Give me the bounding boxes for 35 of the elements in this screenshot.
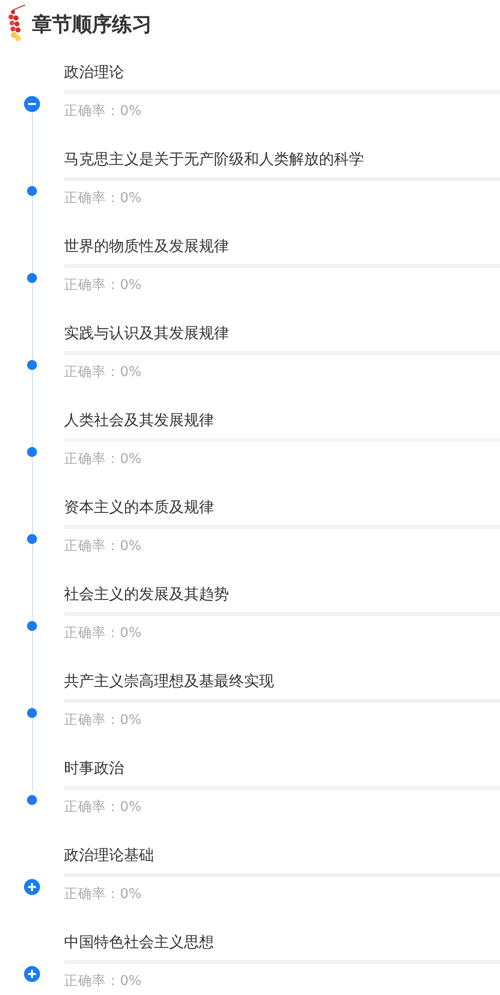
page-title: 章节顺序练习 (32, 10, 152, 38)
node-dot (27, 708, 37, 718)
expand-icon[interactable] (24, 879, 40, 895)
chapter-title[interactable]: 世界的物质性及发展规律 (64, 234, 500, 258)
accuracy-label: 正确率：0% (64, 972, 142, 990)
collapse-icon[interactable] (24, 96, 40, 112)
accuracy-label: 正确率：0% (64, 711, 142, 729)
firecracker-icon (8, 4, 26, 44)
accuracy-label: 正确率：0% (64, 624, 142, 642)
accuracy-label: 正确率：0% (64, 189, 142, 207)
chapter-title[interactable]: 政治理论基础 (64, 843, 500, 867)
node-dot (27, 621, 37, 631)
chapter-title[interactable]: 资本主义的本质及规律 (64, 495, 500, 519)
accuracy-label: 正确率：0% (64, 537, 142, 555)
accuracy-label: 正确率：0% (64, 276, 142, 294)
chapter-title[interactable]: 共产主义崇高理想及基最终实现 (64, 669, 500, 693)
node-dot (27, 447, 37, 457)
node-dot (27, 534, 37, 544)
accuracy-label: 正确率：0% (64, 102, 142, 120)
accuracy-label: 正确率：0% (64, 363, 142, 381)
accuracy-label: 正确率：0% (64, 798, 142, 816)
chapter-title[interactable]: 马克思主义是关于无产阶级和人类解放的科学 (64, 147, 500, 171)
chapter-title[interactable]: 实践与认识及其发展规律 (64, 321, 500, 345)
chapter-title[interactable]: 社会主义的发展及其趋势 (64, 582, 500, 606)
node-dot (27, 360, 37, 370)
chapter-title[interactable]: 人类社会及其发展规律 (64, 408, 500, 432)
chapter-title[interactable]: 时事政治 (64, 756, 500, 780)
chapter-title[interactable]: 中国特色社会主义思想 (64, 930, 500, 954)
accuracy-label: 正确率：0% (64, 885, 142, 903)
expand-icon[interactable] (24, 966, 40, 982)
node-dot (27, 273, 37, 283)
chapter-title[interactable]: 政治理论 (64, 60, 500, 84)
accuracy-label: 正确率：0% (64, 450, 142, 468)
node-dot (27, 186, 37, 196)
node-dot (27, 795, 37, 805)
